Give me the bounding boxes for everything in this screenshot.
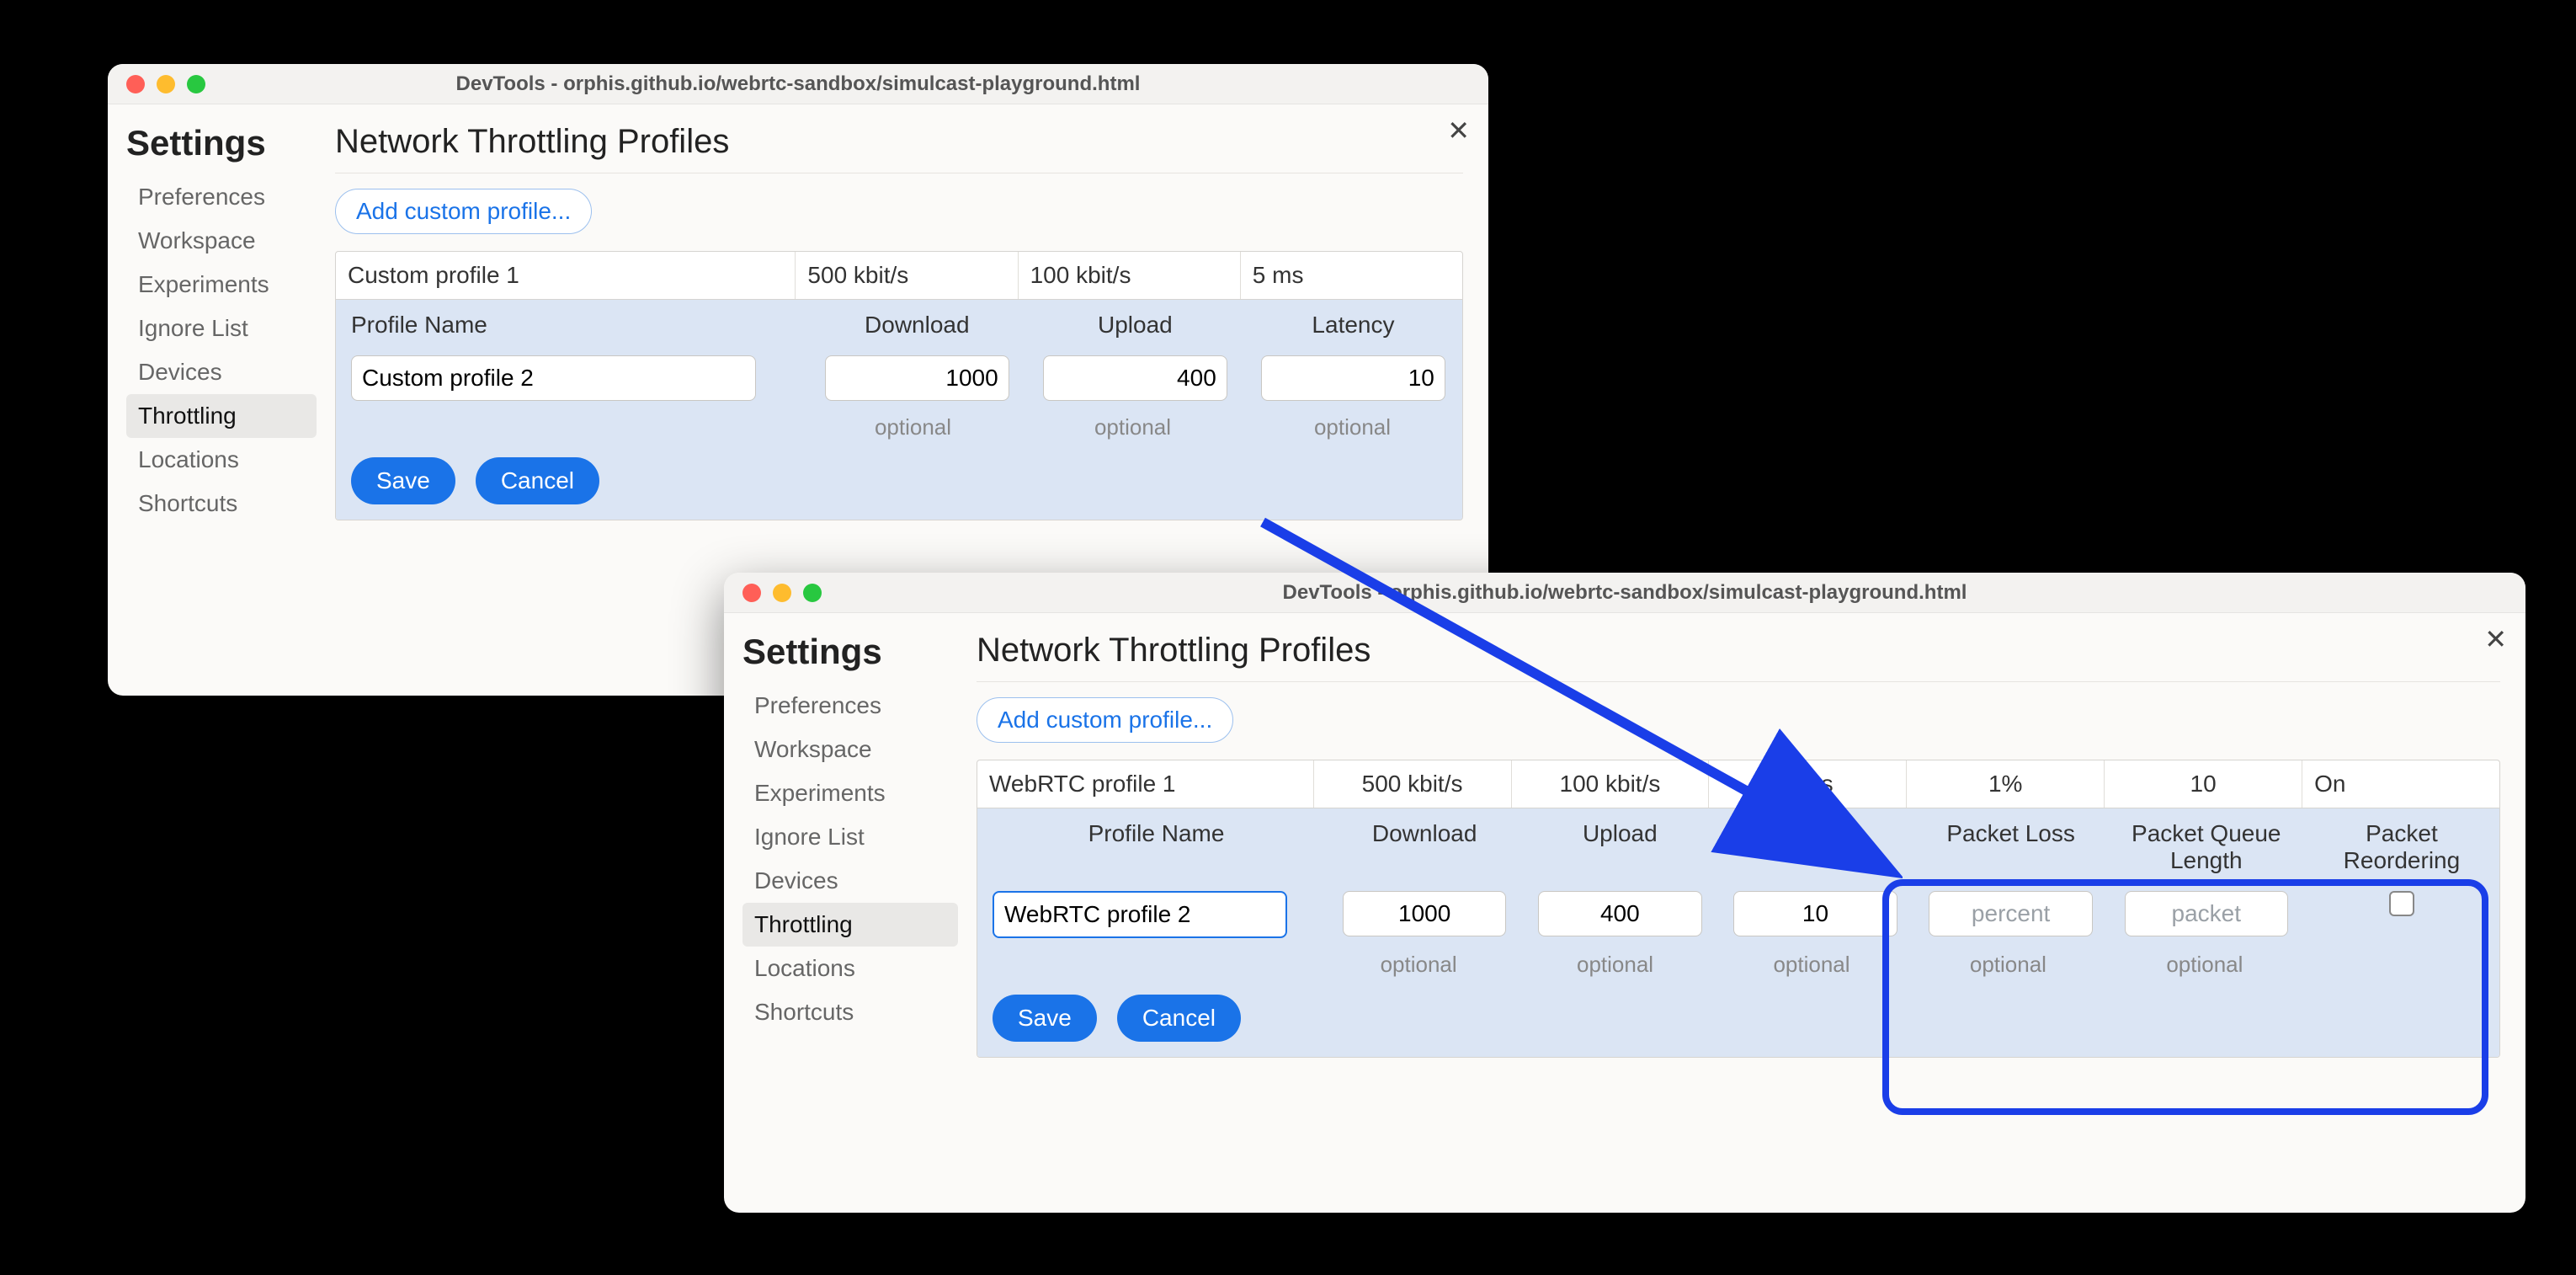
download-hint: optional xyxy=(803,409,1023,445)
upload-hint: optional xyxy=(1023,409,1243,445)
packet-queue-hint: optional xyxy=(2106,947,2302,983)
packet-reorder-checkbox[interactable] xyxy=(2389,891,2414,916)
devtools-window-after: DevTools - orphis.github.io/webrtc-sandb… xyxy=(724,573,2525,1213)
profile-packet-queue-cell: 10 xyxy=(2105,760,2302,808)
sidebar-item-experiments[interactable]: Experiments xyxy=(126,263,317,307)
sidebar-item-devices[interactable]: Devices xyxy=(126,350,317,394)
column-header-packet-loss: Packet Loss xyxy=(1913,812,2109,883)
sidebar-item-devices[interactable]: Devices xyxy=(742,859,958,903)
packet-queue-input[interactable] xyxy=(2125,891,2289,936)
column-header-upload: Upload xyxy=(1522,812,1717,883)
column-header-download: Download xyxy=(808,303,1026,347)
panel-heading: Network Throttling Profiles xyxy=(335,123,1463,161)
sidebar-item-preferences[interactable]: Preferences xyxy=(742,684,958,728)
save-button[interactable]: Save xyxy=(993,995,1097,1042)
upload-input[interactable] xyxy=(1043,355,1227,401)
profile-row[interactable]: WebRTC profile 1 500 kbit/s 100 kbit/s 5… xyxy=(977,760,2499,808)
main-panel: ✕ Network Throttling Profiles Add custom… xyxy=(968,613,2525,1100)
sidebar-item-throttling[interactable]: Throttling xyxy=(742,903,958,947)
minimize-window-icon[interactable] xyxy=(157,75,175,93)
cancel-button[interactable]: Cancel xyxy=(1117,995,1241,1042)
close-window-icon[interactable] xyxy=(742,584,761,602)
add-custom-profile-button[interactable]: Add custom profile... xyxy=(977,697,1233,743)
column-header-packet-queue: Packet Queue Length xyxy=(2109,812,2304,883)
add-custom-profile-button[interactable]: Add custom profile... xyxy=(335,189,592,234)
settings-heading: Settings xyxy=(742,632,958,672)
titlebar[interactable]: DevTools - orphis.github.io/webrtc-sandb… xyxy=(108,64,1488,104)
profile-editor: Profile Name Download Upload Latency Pac… xyxy=(977,808,2499,1057)
column-header-latency: Latency xyxy=(1244,303,1462,347)
close-icon[interactable]: ✕ xyxy=(2484,623,2507,655)
sidebar-item-experiments[interactable]: Experiments xyxy=(742,771,958,815)
profile-latency-cell: 5 ms xyxy=(1709,760,1907,808)
divider xyxy=(977,681,2500,682)
close-window-icon[interactable] xyxy=(126,75,145,93)
cancel-button[interactable]: Cancel xyxy=(476,457,599,504)
sidebar-item-locations[interactable]: Locations xyxy=(126,438,317,482)
profile-download-cell: 500 kbit/s xyxy=(1314,760,1512,808)
profile-upload-cell: 100 kbit/s xyxy=(1512,760,1710,808)
profile-upload-cell: 100 kbit/s xyxy=(1019,252,1241,299)
traffic-lights xyxy=(742,584,822,602)
traffic-lights xyxy=(126,75,205,93)
sidebar-item-shortcuts[interactable]: Shortcuts xyxy=(126,482,317,525)
profile-reorder-cell: On xyxy=(2302,760,2499,808)
sidebar-item-preferences[interactable]: Preferences xyxy=(126,175,317,219)
settings-sidebar: Settings Preferences Workspace Experimen… xyxy=(724,613,968,1100)
latency-hint: optional xyxy=(1243,409,1462,445)
profile-name-cell: Custom profile 1 xyxy=(336,252,796,299)
save-button[interactable]: Save xyxy=(351,457,455,504)
sidebar-item-workspace[interactable]: Workspace xyxy=(742,728,958,771)
packet-loss-input[interactable] xyxy=(1929,891,2093,936)
packet-loss-hint: optional xyxy=(1910,947,2106,983)
sidebar-item-ignore-list[interactable]: Ignore List xyxy=(126,307,317,350)
latency-hint: optional xyxy=(1713,947,1909,983)
column-header-reorder: Packet Reordering xyxy=(2304,812,2499,883)
profile-name-cell: WebRTC profile 1 xyxy=(977,760,1314,808)
upload-hint: optional xyxy=(1517,947,1713,983)
sidebar-item-throttling[interactable]: Throttling xyxy=(126,394,317,438)
sidebar-item-ignore-list[interactable]: Ignore List xyxy=(742,815,958,859)
window-title: DevTools - orphis.github.io/webrtc-sandb… xyxy=(108,72,1488,96)
sidebar-item-locations[interactable]: Locations xyxy=(742,947,958,990)
panel-heading: Network Throttling Profiles xyxy=(977,632,2500,670)
column-header-name: Profile Name xyxy=(336,303,808,347)
profile-name-input[interactable] xyxy=(351,355,756,401)
zoom-window-icon[interactable] xyxy=(187,75,205,93)
latency-input[interactable] xyxy=(1261,355,1445,401)
minimize-window-icon[interactable] xyxy=(773,584,791,602)
upload-input[interactable] xyxy=(1538,891,1702,936)
profile-packet-loss-cell: 1% xyxy=(1907,760,2105,808)
window-title: DevTools - orphis.github.io/webrtc-sandb… xyxy=(724,581,2525,605)
column-header-name: Profile Name xyxy=(977,812,1327,883)
download-input[interactable] xyxy=(825,355,1009,401)
column-header-upload: Upload xyxy=(1026,303,1244,347)
download-input[interactable] xyxy=(1343,891,1507,936)
zoom-window-icon[interactable] xyxy=(803,584,822,602)
throttling-profiles-table: Custom profile 1 500 kbit/s 100 kbit/s 5… xyxy=(335,251,1463,520)
latency-input[interactable] xyxy=(1733,891,1897,936)
profile-name-input[interactable] xyxy=(993,891,1287,938)
titlebar[interactable]: DevTools - orphis.github.io/webrtc-sandb… xyxy=(724,573,2525,613)
profile-editor: Profile Name Download Upload Latency opt… xyxy=(336,300,1462,520)
profile-download-cell: 500 kbit/s xyxy=(796,252,1018,299)
settings-heading: Settings xyxy=(126,123,317,163)
column-header-download: Download xyxy=(1327,812,1522,883)
main-panel: ✕ Network Throttling Profiles Add custom… xyxy=(327,104,1488,563)
column-header-latency: Latency xyxy=(1717,812,1913,883)
sidebar-item-workspace[interactable]: Workspace xyxy=(126,219,317,263)
close-icon[interactable]: ✕ xyxy=(1447,115,1470,147)
settings-sidebar: Settings Preferences Workspace Experimen… xyxy=(108,104,327,563)
sidebar-item-shortcuts[interactable]: Shortcuts xyxy=(742,990,958,1034)
profile-latency-cell: 5 ms xyxy=(1241,252,1462,299)
profile-row[interactable]: Custom profile 1 500 kbit/s 100 kbit/s 5… xyxy=(336,252,1462,300)
download-hint: optional xyxy=(1320,947,1516,983)
throttling-profiles-table: WebRTC profile 1 500 kbit/s 100 kbit/s 5… xyxy=(977,760,2500,1058)
